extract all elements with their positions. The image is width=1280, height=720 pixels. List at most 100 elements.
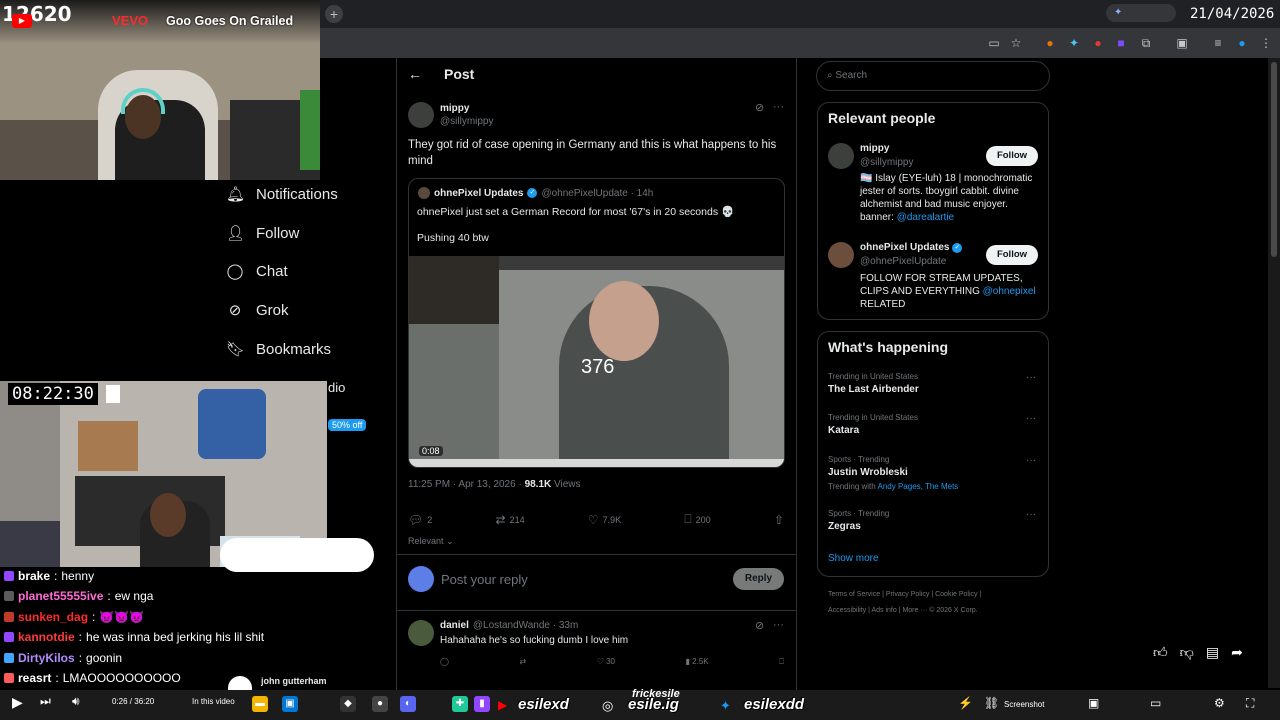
chat-username[interactable]: planet55555ive — [18, 588, 103, 604]
more-icon[interactable]: ··· — [773, 101, 784, 113]
reply-author-handle[interactable]: @LostandWande · 33m — [473, 620, 578, 631]
folder-icon[interactable]: ▬ — [252, 696, 268, 712]
more-icon[interactable]: ··· — [1026, 455, 1036, 466]
person-handle[interactable]: @ohnePixelUpdate — [860, 256, 946, 267]
nav-follow[interactable]: 👤︎ Follow — [226, 222, 299, 244]
volume-icon[interactable]: 🔊︎ — [72, 694, 80, 709]
reply-input[interactable]: Post your reply — [441, 572, 528, 587]
grok-icon[interactable]: ⊘ — [755, 101, 764, 114]
lightning-icon[interactable]: ⚡ — [958, 696, 973, 710]
app-icon[interactable]: ◆ — [340, 696, 356, 712]
nav-grok[interactable]: ⊘ Grok — [226, 299, 289, 321]
star-icon[interactable]: ☆ — [1008, 35, 1024, 51]
more-icon[interactable]: ··· — [773, 619, 784, 631]
fullscreen-icon[interactable]: ⛶ — [1246, 696, 1254, 711]
bio-link[interactable]: @darealartie — [897, 212, 954, 223]
trend-extra-link[interactable]: Andy Pages, The Mets — [878, 482, 959, 491]
avatar[interactable] — [828, 242, 854, 268]
twitch-icon[interactable]: ▮ — [474, 696, 490, 712]
person-name[interactable]: ohnePixel Updates — [860, 242, 949, 253]
store-icon[interactable]: ▣ — [282, 696, 298, 712]
extension-icon[interactable]: ● — [1042, 35, 1058, 51]
trend-name[interactable]: Zegras — [828, 521, 861, 532]
trend-name[interactable]: The Last Airbender — [828, 384, 919, 395]
nav-notifications[interactable]: 🔔︎ Notifications — [226, 183, 338, 205]
trend-name[interactable]: Justin Wrobleski — [828, 467, 908, 478]
video-player[interactable]: 376 0:08 — [409, 256, 784, 467]
chat-username[interactable]: sunken_dag — [18, 609, 88, 625]
footer-links[interactable]: Terms of Service | Privacy Policy | Cook… — [828, 591, 981, 598]
extension-icon[interactable]: ● — [1090, 35, 1106, 51]
nav-partial-label[interactable]: dio — [328, 380, 345, 395]
post-timestamp[interactable]: 11:25 PM · Apr 13, 2026 · — [408, 479, 525, 490]
app-icon[interactable]: ✚ — [452, 696, 468, 712]
follow-button[interactable]: Follow — [986, 245, 1038, 265]
sort-dropdown[interactable]: Relevant ⌄ — [408, 536, 454, 547]
avatar[interactable] — [408, 102, 434, 128]
lens-icon[interactable]: ▣ — [1088, 696, 1099, 710]
search-input[interactable]: ⌕ Search — [816, 61, 1050, 91]
reply-button[interactable]: Reply — [733, 568, 784, 590]
captions-icon[interactable]: ▭ — [1150, 696, 1161, 710]
app-icon[interactable]: ● — [372, 696, 388, 712]
person-name[interactable]: mippy — [860, 143, 889, 154]
extension-icon[interactable]: ■ — [1113, 35, 1129, 51]
repost-icon[interactable]: ⇄ — [519, 657, 526, 667]
next-icon[interactable]: ⏭ — [40, 694, 51, 709]
profile-icon[interactable]: ● — [1234, 35, 1250, 51]
menu-icon[interactable]: ≡ — [1210, 35, 1226, 51]
chat-username[interactable]: reasrt — [18, 670, 51, 686]
show-more-link[interactable]: Show more — [828, 553, 879, 564]
avatar[interactable] — [828, 143, 854, 169]
reply-author-name[interactable]: daniel — [440, 620, 469, 631]
avatar[interactable] — [408, 620, 434, 646]
person-handle[interactable]: @sillymippy — [860, 157, 914, 168]
thumbs-down-icon[interactable]: 👎︎ — [1180, 644, 1194, 661]
settings-icon[interactable]: ⚙ — [1214, 696, 1225, 710]
reply-action[interactable]: 💬︎ 2 — [408, 512, 432, 527]
chat-username[interactable]: kannotdie — [18, 629, 75, 645]
footer-links[interactable]: Accessibility | Ads info | More ··· © 20… — [828, 607, 978, 614]
follow-button[interactable]: Follow — [986, 146, 1038, 166]
comments-icon[interactable]: ▤ — [1206, 644, 1219, 661]
share-action[interactable]: ⇧ — [774, 512, 784, 527]
reply-icon[interactable]: ◯ — [440, 657, 449, 667]
scrollbar-thumb[interactable] — [1271, 62, 1277, 257]
bookmark-icon: 🔖︎ — [226, 341, 246, 358]
more-icon[interactable]: ··· — [1026, 372, 1036, 383]
back-arrow-icon[interactable]: ← — [408, 66, 422, 82]
kebab-menu-icon[interactable]: ⋮ — [1258, 35, 1274, 51]
author-name[interactable]: mippy — [440, 103, 469, 114]
whats-happening-card — [817, 331, 1049, 577]
extension-icon[interactable]: ✦ — [1066, 35, 1082, 51]
in-this-video-label[interactable]: In this video — [192, 697, 235, 706]
nav-bookmarks[interactable]: 🔖︎ Bookmarks — [226, 338, 331, 360]
nav-chat[interactable]: ◯ Chat — [226, 260, 288, 282]
add-user-icon: 👤︎ — [226, 225, 246, 242]
thumbs-up-icon[interactable]: 👍︎ — [1153, 644, 1168, 661]
trend-name[interactable]: Katara — [828, 425, 859, 436]
grok-icon[interactable]: ⊘ — [755, 619, 764, 632]
bio-link[interactable]: @ohnepixel — [983, 286, 1036, 297]
author-handle[interactable]: @sillymippy — [440, 116, 494, 127]
repost-action[interactable]: ⇄ 214 — [496, 512, 525, 527]
views-action[interactable]: ▮ 2.5K — [686, 657, 709, 667]
like-action[interactable]: ♡ 30 — [597, 657, 615, 667]
bookmark-action[interactable]: ⎕ 200 — [684, 512, 710, 527]
sidebar-icon[interactable]: ▣ — [1174, 35, 1190, 51]
more-icon[interactable]: ··· — [1026, 509, 1036, 520]
puzzle-icon[interactable]: ⧉ — [1138, 35, 1154, 51]
chat-username[interactable]: brake — [18, 568, 50, 584]
link-icon[interactable]: ⛓ — [984, 696, 999, 710]
chat-username[interactable]: DirtyKilos — [18, 650, 75, 666]
discord-icon[interactable]: ◐ — [400, 696, 416, 712]
like-action[interactable]: ♡ 7.9K — [588, 512, 621, 527]
share-icon[interactable]: ➦ — [1231, 644, 1243, 661]
play-icon[interactable]: ▶ — [12, 694, 23, 711]
cast-icon[interactable]: ▭ — [986, 35, 1002, 51]
more-icon[interactable]: ··· — [1026, 413, 1036, 424]
screenshot-label[interactable]: Screenshot — [1004, 700, 1044, 709]
extension-pill[interactable]: ✦ — [1106, 4, 1176, 22]
new-tab-button[interactable]: + — [325, 5, 343, 23]
bookmark-icon[interactable]: ⎕ — [779, 657, 784, 667]
